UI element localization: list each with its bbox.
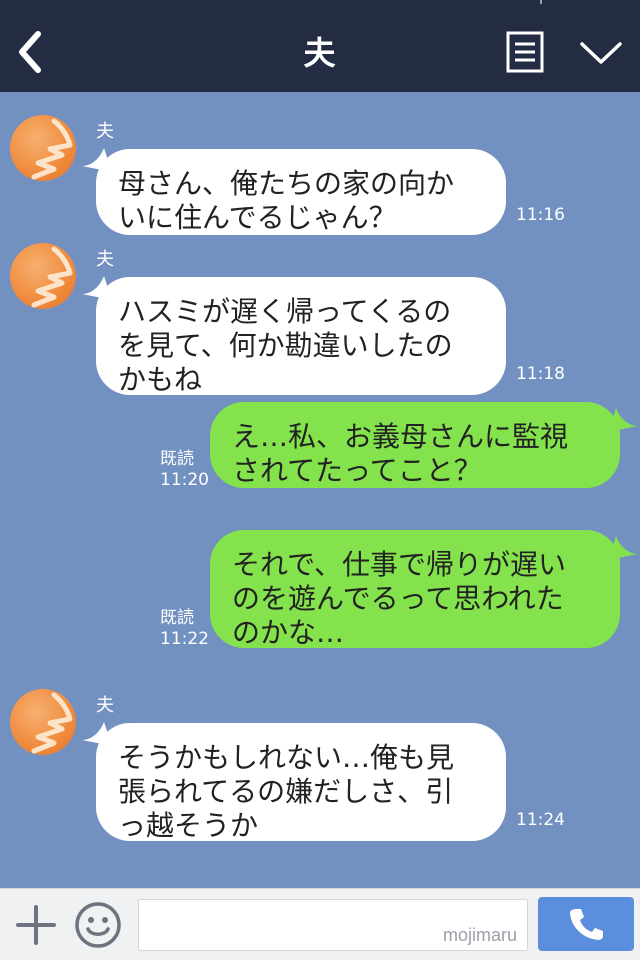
emoji-icon <box>75 902 121 948</box>
avatar-image <box>31 692 73 754</box>
message-bubble[interactable]: それで、仕事で帰りが遅い のを遊んでるって思われた のかな… <box>210 530 620 649</box>
message-time: 11:24 <box>516 810 565 830</box>
message-time: 11:20 <box>160 470 209 490</box>
phone-icon <box>570 909 603 940</box>
emoji-button[interactable] <box>74 901 122 949</box>
chat-area[interactable]: 夫 母さん、俺たちの家の向か いに住んでるじゃん？ 11:16 夫 ハスミが遅く… <box>0 92 640 888</box>
message-bubble[interactable]: ハスミが遅く帰ってくるの を見て、何か勘違いしたの かもね <box>96 277 506 396</box>
message-bubble[interactable]: そうかもしれない…俺も見 張られてるの嫌だしさ、引 っ越そうか <box>96 723 506 842</box>
status-notch <box>540 0 542 4</box>
avatar[interactable] <box>10 115 76 181</box>
read-receipt: 既読 11:20 <box>160 449 209 491</box>
menu-icon <box>506 31 544 73</box>
message-time: 11:18 <box>516 364 565 384</box>
message-input[interactable]: mojimaru <box>138 899 528 951</box>
avatar[interactable] <box>10 689 76 755</box>
watermark: mojimaru <box>442 925 517 945</box>
chat-title: 夫 <box>303 34 337 72</box>
sender-name: 夫 <box>96 249 114 270</box>
avatar[interactable] <box>10 243 76 309</box>
message-bubble[interactable]: 母さん、俺たちの家の向か いに住んでるじゃん？ <box>96 149 506 235</box>
read-receipt: 既読 11:22 <box>160 608 209 650</box>
read-label: 既読 <box>160 449 194 469</box>
plus-icon <box>16 905 56 945</box>
message-bubble[interactable]: え…私、お義母さんに監視 されてたってこと？ <box>210 402 620 488</box>
add-button[interactable] <box>14 903 58 947</box>
avatar-image <box>31 246 73 308</box>
header-bar: 夫 <box>0 0 640 92</box>
avatar-image <box>31 118 73 180</box>
call-button[interactable] <box>538 897 634 951</box>
sender-name: 夫 <box>96 695 114 716</box>
chevron-down-icon <box>580 42 622 64</box>
menu-button[interactable] <box>506 31 544 73</box>
input-bar: mojimaru <box>0 888 640 960</box>
dropdown-button[interactable] <box>578 38 624 68</box>
sender-name: 夫 <box>96 121 114 142</box>
read-label: 既読 <box>160 608 194 628</box>
message-time: 11:16 <box>516 205 565 225</box>
message-time: 11:22 <box>160 629 209 649</box>
